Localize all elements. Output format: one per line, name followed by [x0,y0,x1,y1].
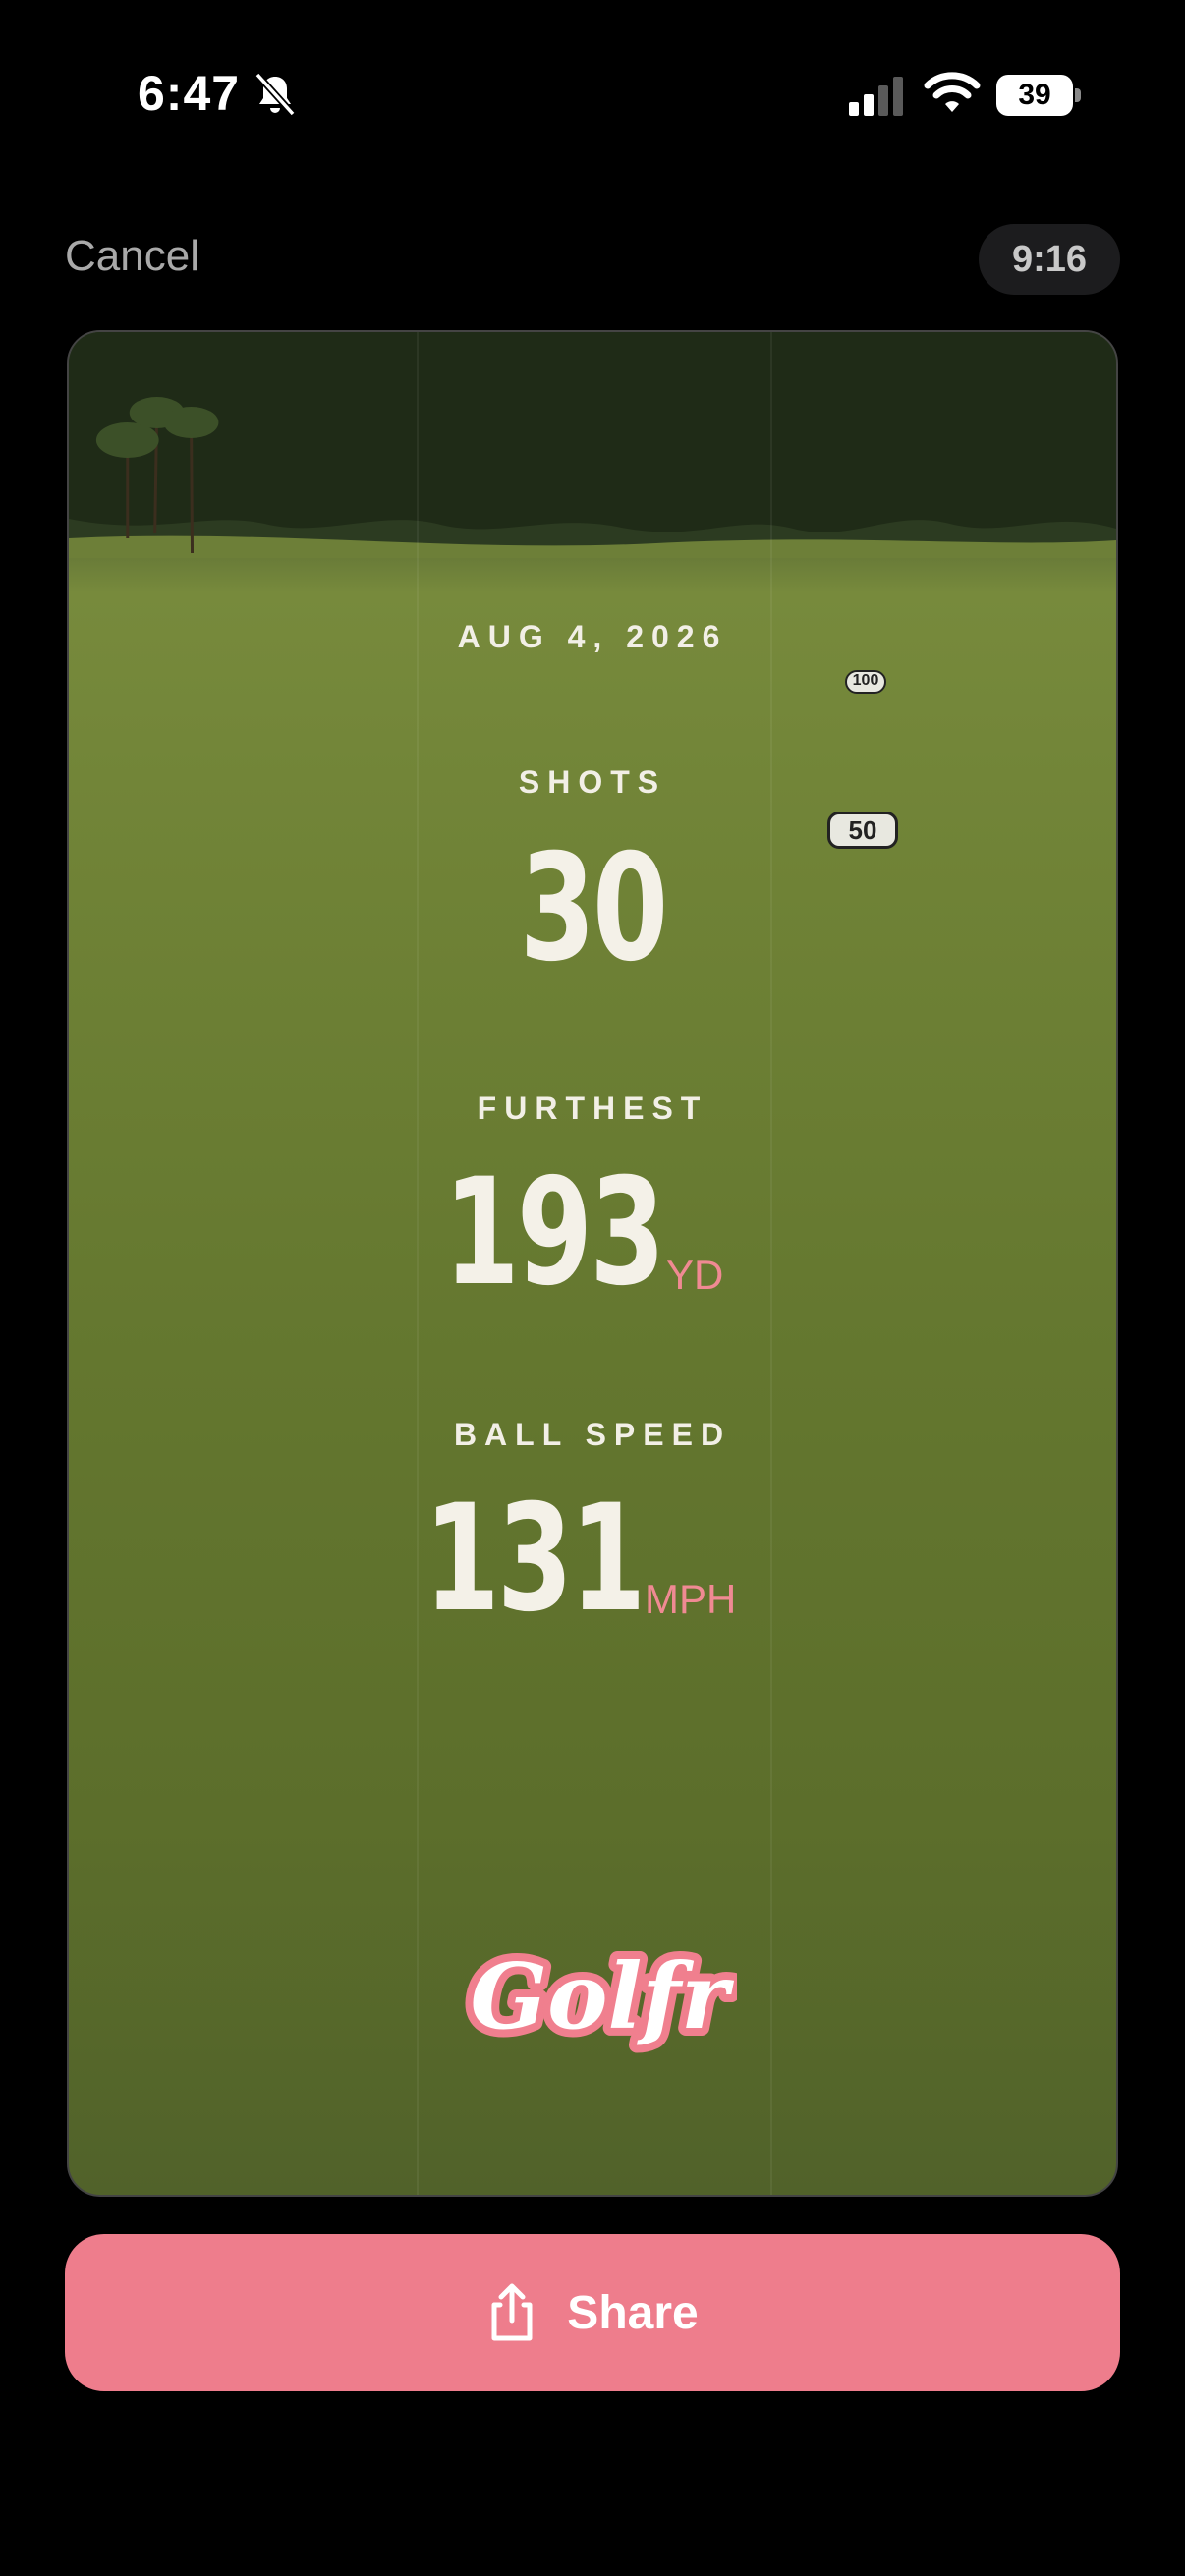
bell-slash-icon [254,72,296,117]
status-time: 6:47 [138,66,241,121]
ball-speed-unit: MPH [645,1576,737,1622]
ball-speed-value: 131 [423,1474,647,1645]
session-date: AUG 4, 2026 [457,619,728,654]
battery-level: 39 [1018,79,1051,111]
share-icon [491,2283,533,2341]
wifi-icon [924,72,981,112]
cellular-signal-icon [849,77,903,116]
cancel-button[interactable]: Cancel [65,232,199,281]
battery-icon: 39 [996,75,1081,116]
background-photo-trees [69,332,1116,558]
furthest-unit: YD [666,1252,724,1298]
furthest-value: 193 [443,1148,666,1318]
distance-marker: 100 [845,670,886,694]
status-bar: 6:47 39 [0,0,1185,196]
golfr-logo: Golfr Golfr [463,1939,737,2057]
share-preview-card: 100 50 AUG 4, 2026 SHOTS 30 FURTHEST 193… [67,330,1118,2197]
share-label: Share [567,2286,699,2339]
aspect-ratio-button[interactable]: 9:16 [979,224,1120,295]
ball-speed-label: BALL SPEED [453,1417,732,1452]
furthest-label: FURTHEST [477,1091,708,1126]
logo-text: Golfr [471,1943,735,2049]
shots-label: SHOTS [518,764,667,800]
share-button[interactable]: Share [65,2234,1120,2391]
shots-value: 30 [519,823,669,994]
